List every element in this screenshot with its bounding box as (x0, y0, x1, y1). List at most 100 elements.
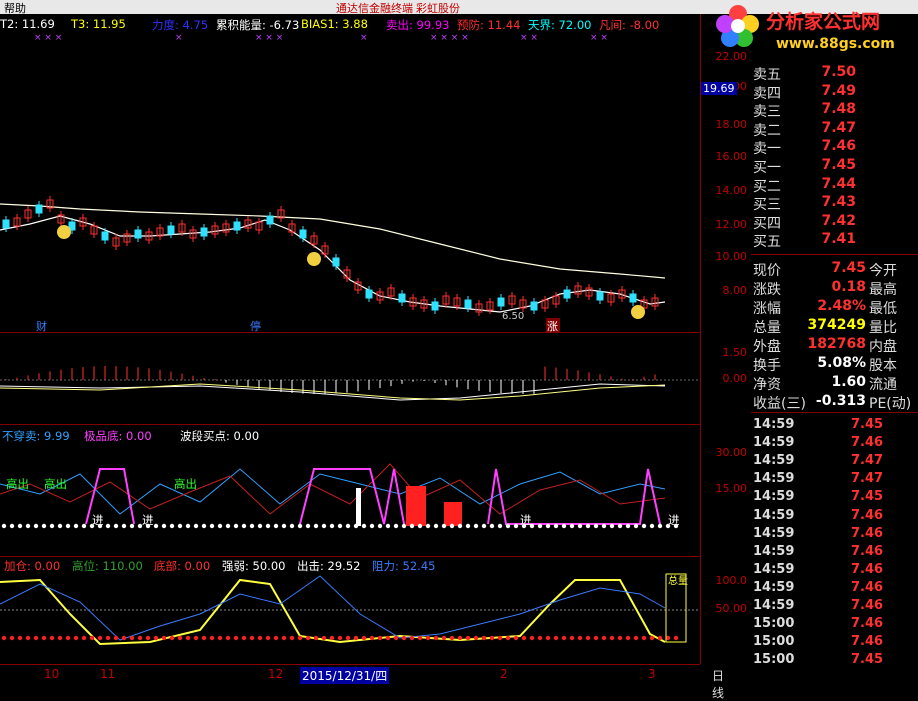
stat-label: 换手 (753, 358, 781, 374)
signal-dot (425, 635, 431, 641)
order-level-label: 卖二 (753, 122, 781, 139)
stat-label-right: 内盘 (869, 339, 897, 355)
candle (134, 229, 142, 239)
stat-row: 涨跌 0.18 最高 (751, 279, 918, 298)
pane4-value: 出击: 29.52 (297, 559, 361, 573)
tick-price: 7.46 (851, 598, 884, 613)
signal-dot (313, 635, 319, 641)
svg-text:×: × (360, 33, 368, 43)
signal-dot (209, 635, 215, 641)
signal-dot (593, 523, 599, 529)
signal-dot (73, 635, 79, 641)
jin-label: 进 (92, 513, 104, 527)
tick-row: 14:59 7.46 (751, 526, 918, 544)
signal-dot (265, 635, 271, 641)
svg-text:× ×: × × (520, 33, 538, 43)
signal-dot (289, 523, 295, 529)
order-book-row: 卖四 7.49 (751, 83, 918, 102)
signal-dot (345, 635, 351, 641)
order-price: 7.46 (821, 138, 856, 155)
stat-value: 7.45 (831, 260, 866, 276)
jin-label: 进 (520, 513, 532, 527)
signal-dot (241, 523, 247, 529)
cursor-date: 2015/12/31/四 (300, 667, 390, 684)
signal-dot (177, 523, 183, 529)
stat-row: 收益(三) -0.313 PE(动) (751, 393, 918, 412)
gaochu-label: 高出 (44, 477, 67, 491)
signal-dot (433, 635, 439, 641)
signal-dot (65, 635, 71, 641)
tick-row: 14:59 7.46 (751, 544, 918, 562)
date-label: 2 (500, 667, 508, 681)
tick-time: 14:59 (753, 598, 795, 613)
tick-row: 14:59 7.45 (751, 417, 918, 435)
date-axis: 10 11 12 2015/12/31/四 2 3 日线 (0, 664, 724, 700)
signal-dot (249, 635, 255, 641)
order-price: 7.48 (821, 101, 856, 118)
signal-dot (113, 523, 119, 529)
signal-dot (233, 523, 239, 529)
date-label: 3 (648, 667, 656, 681)
candle (596, 291, 604, 301)
date-label: 12 (268, 667, 284, 681)
stat-label-right: 流通 (869, 377, 897, 393)
signal-dot (657, 635, 663, 641)
axis-label: 8.00 (722, 284, 748, 297)
signal-dot (465, 635, 471, 641)
signal-dot (441, 523, 447, 529)
tick-price: 7.45 (851, 489, 884, 505)
tick-row: 14:59 7.46 (751, 435, 918, 453)
signal-dot (369, 635, 375, 641)
signal-dot (649, 635, 655, 641)
chart-area[interactable]: T2: 11.69 T3: 11.95 力度: 4.75 累积能量: -6.73 BIA… (0, 14, 700, 664)
order-price: 7.45 (821, 157, 856, 173)
signal-dot (129, 635, 135, 641)
tick-time: 14:59 (753, 435, 795, 451)
stat-row: 换手 5.08% 股本 (751, 355, 918, 374)
axis-label: 10.00 (715, 250, 748, 263)
signal-dot (673, 635, 679, 641)
signal-dot (121, 523, 127, 529)
jin-label: 进 (668, 513, 680, 527)
period-button[interactable]: 日线 (712, 667, 724, 701)
signal-dot (81, 523, 87, 529)
stat-label: 涨跌 (753, 282, 781, 298)
signal-dot (457, 523, 463, 529)
signal-dot (513, 635, 519, 641)
signal-dot (369, 523, 375, 529)
order-book-row: 买四 7.42 (751, 213, 918, 232)
signal-dot (561, 635, 567, 641)
cai-tag: 财 (36, 319, 47, 333)
signal-dot (593, 635, 599, 641)
candle (2, 219, 10, 229)
signal-dot (313, 523, 319, 529)
order-level-label: 买二 (753, 178, 781, 195)
signal-dot (41, 635, 47, 641)
signal-dot (641, 635, 647, 641)
signal-dot (329, 523, 335, 529)
stat-value: 182768 (807, 336, 866, 352)
order-level-label: 买一 (753, 160, 781, 176)
candle (200, 227, 208, 237)
tick-row: 14:59 7.47 (751, 471, 918, 489)
signal-dot (1, 635, 7, 641)
gaochu-label: 高出 (174, 477, 197, 491)
order-price: 7.44 (821, 175, 856, 192)
signal-dot (625, 523, 631, 529)
date-label: 11 (100, 667, 116, 681)
signal-dot (537, 635, 543, 641)
signal-dot (17, 635, 23, 641)
signal-dot (609, 523, 615, 529)
stat-label-right: 今开 (869, 263, 897, 279)
order-level-label: 买五 (753, 234, 781, 251)
tick-row: 14:59 7.46 (751, 580, 918, 598)
signal-dot (105, 523, 111, 529)
stat-label-right: 最高 (869, 282, 897, 298)
signal-dot (297, 635, 303, 641)
tick-price: 7.46 (851, 616, 884, 632)
signal-dot (337, 523, 343, 529)
stat-label: 涨幅 (753, 301, 781, 317)
boduanmaidian-label: 波段买点: 0.00 (180, 429, 260, 443)
candle (398, 293, 406, 303)
signal-dot (409, 523, 415, 529)
